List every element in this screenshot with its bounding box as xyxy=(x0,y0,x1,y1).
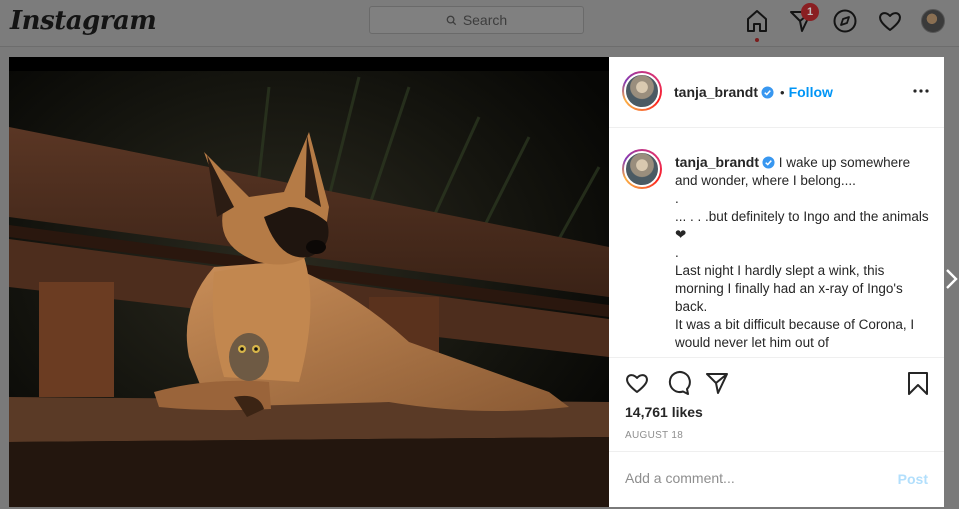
instagram-logo[interactable]: Instagram xyxy=(10,6,157,36)
caption-line: . xyxy=(675,245,679,260)
caption-author-avatar[interactable] xyxy=(622,149,662,189)
dog-owl-photo xyxy=(9,57,609,507)
share-icon xyxy=(706,373,728,394)
post-comment-button[interactable]: Post xyxy=(898,471,928,487)
notification-badge: 1 xyxy=(801,3,819,21)
caption-text: tanja_brandt I wake up somewhere and won… xyxy=(675,153,930,352)
comment-icon xyxy=(668,371,691,395)
explore-icon[interactable] xyxy=(832,8,858,34)
search-icon xyxy=(446,15,456,25)
caption-line: Last night I hardly slept a wink, this m… xyxy=(675,263,903,314)
author-avatar[interactable] xyxy=(622,71,662,111)
like-button[interactable] xyxy=(624,370,650,396)
verified-badge-icon xyxy=(761,85,774,99)
home-icon[interactable] xyxy=(744,8,770,34)
heart-outline-icon xyxy=(626,374,648,393)
more-options-icon[interactable] xyxy=(912,84,930,98)
activity-heart-icon[interactable] xyxy=(877,8,903,34)
caption-line: . xyxy=(675,191,679,206)
caption-line: ... . . .but definitely to Ingo and the … xyxy=(675,209,929,242)
save-button[interactable] xyxy=(905,370,931,396)
share-button[interactable] xyxy=(704,370,730,396)
post-actions: 14,761 likes AUGUST 18 xyxy=(609,357,944,452)
bookmark-icon xyxy=(908,372,928,395)
author-line: tanja_brandt • Follow xyxy=(674,84,833,100)
comment-input[interactable] xyxy=(625,470,875,486)
profile-avatar[interactable] xyxy=(921,9,945,33)
search-placeholder: Search xyxy=(462,12,508,28)
author-username[interactable]: tanja_brandt xyxy=(674,84,758,100)
comment-button[interactable] xyxy=(665,370,691,396)
verified-badge-icon xyxy=(762,156,775,169)
caption-line: It was a bit difficult because of Corona… xyxy=(675,317,915,350)
likes-count[interactable]: 14,761 likes xyxy=(625,404,703,420)
comment-bar: Post xyxy=(609,451,944,507)
post-header: tanja_brandt • Follow xyxy=(609,57,944,128)
post-sidebar: tanja_brandt • Follow tanja_brandt I wak… xyxy=(609,57,944,507)
separator-dot: • xyxy=(780,84,785,100)
caption-area: tanja_brandt I wake up somewhere and won… xyxy=(609,129,944,357)
search-box[interactable]: Search xyxy=(369,6,584,34)
follow-button[interactable]: Follow xyxy=(789,84,833,100)
top-navigation-bar: Instagram Search 1 xyxy=(0,0,959,47)
post-modal: tanja_brandt • Follow tanja_brandt I wak… xyxy=(9,57,944,507)
caption-username[interactable]: tanja_brandt xyxy=(675,154,759,170)
post-photo[interactable] xyxy=(9,57,609,507)
next-post-chevron-icon[interactable] xyxy=(944,268,959,290)
active-indicator-dot xyxy=(755,38,759,42)
post-date[interactable]: AUGUST 18 xyxy=(625,430,683,441)
